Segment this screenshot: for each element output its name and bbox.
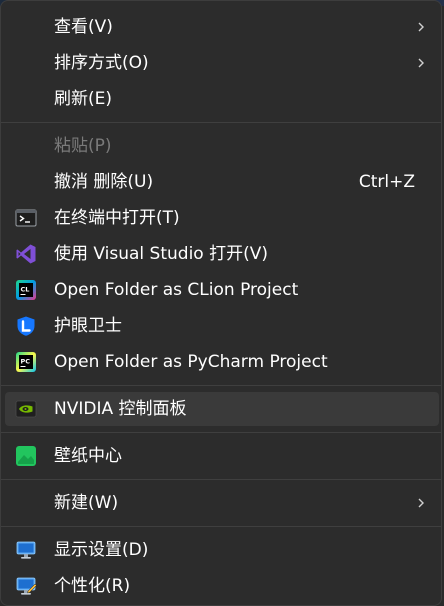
menu-item-label: 刷新(E) [54, 89, 113, 109]
chevron-right-icon [418, 58, 424, 68]
svg-text:CL: CL [21, 286, 30, 294]
menu-item-label: 排序方式(O) [54, 53, 149, 73]
menu-item-view[interactable]: 查看(V) [5, 10, 439, 44]
menu-item-undo-delete[interactable]: 撤消 删除(U) Ctrl+Z [5, 165, 439, 199]
clion-icon: CL [16, 280, 36, 300]
desktop-context-menu: 查看(V) 排序方式(O) 刷新(E) 粘贴(P) 撤消 删除(U) Ctrl+… [0, 0, 442, 606]
menu-item-open-with-visual-studio[interactable]: 使用 Visual Studio 打开(V) [5, 237, 439, 271]
menu-item-label: 使用 Visual Studio 打开(V) [54, 244, 269, 264]
menu-item-personalize[interactable]: 个性化(R) [5, 569, 439, 603]
chevron-right-icon [418, 22, 424, 32]
menu-item-paste: 粘贴(P) [5, 129, 439, 163]
menu-item-open-in-terminal[interactable]: 在终端中打开(T) [5, 201, 439, 235]
menu-item-label: 个性化(R) [54, 576, 131, 596]
menu-item-refresh[interactable]: 刷新(E) [5, 82, 439, 116]
chevron-right-icon [418, 498, 424, 508]
menu-item-label: Open Folder as CLion Project [54, 280, 299, 300]
menu-item-label: 护眼卫士 [54, 316, 122, 336]
menu-separator [1, 385, 441, 386]
svg-text:PC: PC [21, 358, 31, 366]
menu-separator [1, 432, 441, 433]
menu-item-eye-protection[interactable]: 护眼卫士 [5, 309, 439, 343]
terminal-icon [15, 209, 37, 227]
personalize-icon [16, 577, 37, 595]
nvidia-icon [15, 400, 37, 418]
menu-item-label: 显示设置(D) [54, 540, 149, 560]
menu-item-label: 在终端中打开(T) [54, 208, 180, 228]
menu-item-label: NVIDIA 控制面板 [54, 399, 187, 419]
menu-item-new[interactable]: 新建(W) [5, 486, 439, 520]
menu-item-wallpaper-center[interactable]: 壁纸中心 [5, 439, 439, 473]
menu-item-open-as-clion-project[interactable]: CL Open Folder as CLion Project [5, 273, 439, 307]
menu-item-nvidia-control-panel[interactable]: NVIDIA 控制面板 [5, 392, 439, 426]
menu-item-sort-by[interactable]: 排序方式(O) [5, 46, 439, 80]
menu-item-label: 新建(W) [54, 493, 119, 513]
pycharm-icon: PC [16, 352, 36, 372]
menu-item-label: Open Folder as PyCharm Project [54, 352, 328, 372]
display-settings-icon [16, 541, 36, 559]
shortcut-label: Ctrl+Z [358, 172, 415, 192]
menu-item-label: 壁纸中心 [54, 446, 122, 466]
menu-separator [1, 526, 441, 527]
menu-separator [1, 122, 441, 123]
menu-item-label: 撤消 删除(U) [54, 172, 154, 192]
menu-item-label: 查看(V) [54, 17, 113, 37]
menu-separator [1, 479, 441, 480]
menu-item-display-settings[interactable]: 显示设置(D) [5, 533, 439, 567]
menu-item-open-as-pycharm-project[interactable]: PC Open Folder as PyCharm Project [5, 345, 439, 379]
visual-studio-icon [16, 244, 36, 264]
wallpaper-icon [16, 446, 36, 466]
eye-shield-icon [17, 316, 35, 336]
menu-item-label: 粘贴(P) [54, 136, 112, 156]
